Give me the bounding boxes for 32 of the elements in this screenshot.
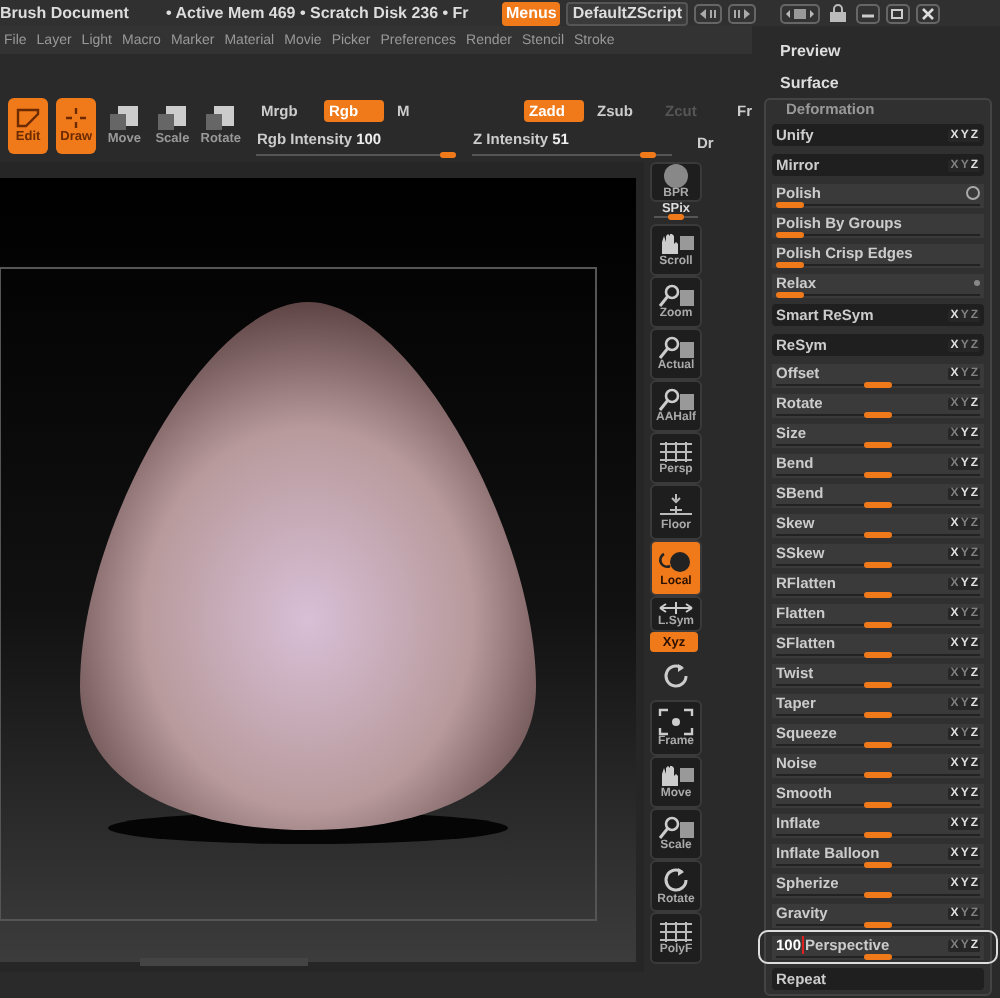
- grid-icon: [658, 440, 694, 464]
- minimize-icon[interactable]: [856, 3, 881, 23]
- script-button[interactable]: DefaultZScript: [566, 1, 689, 25]
- sphere-icon: [660, 164, 692, 188]
- tile-icon: [110, 106, 139, 130]
- magnifier-icon: [658, 388, 694, 412]
- tile-icon: [158, 106, 187, 130]
- sphere-icon: [658, 548, 694, 576]
- restore-icon[interactable]: [886, 3, 911, 23]
- status-text: • Active Mem 469 • Scratch Disk 236 • Fr: [166, 4, 471, 22]
- grid-icon: [658, 920, 694, 944]
- pencil-icon: [14, 108, 43, 128]
- crosshair-icon: [62, 108, 91, 128]
- scroll-right-icon[interactable]: [728, 3, 757, 23]
- rotate-icon: [660, 662, 692, 690]
- hand-icon: [658, 764, 694, 788]
- floor-icon: [658, 492, 694, 520]
- close-icon[interactable]: [916, 3, 941, 23]
- magnifier-icon: [658, 336, 694, 360]
- hand-icon: [658, 232, 694, 256]
- tile-icon: [206, 106, 235, 130]
- panel-section-button[interactable]: Preview: [752, 34, 1000, 66]
- scroll-left-icon[interactable]: [694, 3, 723, 23]
- rotate-icon: [660, 866, 692, 894]
- layout-arrows-icon[interactable]: [780, 3, 821, 23]
- document-title: Brush Document: [0, 4, 131, 22]
- arrows-icon: [658, 600, 694, 616]
- magnifier-icon: [658, 816, 694, 840]
- magnifier-icon: [658, 284, 694, 308]
- frame-icon: [658, 708, 694, 736]
- panel-section-button[interactable]: Surface: [752, 66, 1000, 98]
- lock-icon[interactable]: [826, 3, 851, 23]
